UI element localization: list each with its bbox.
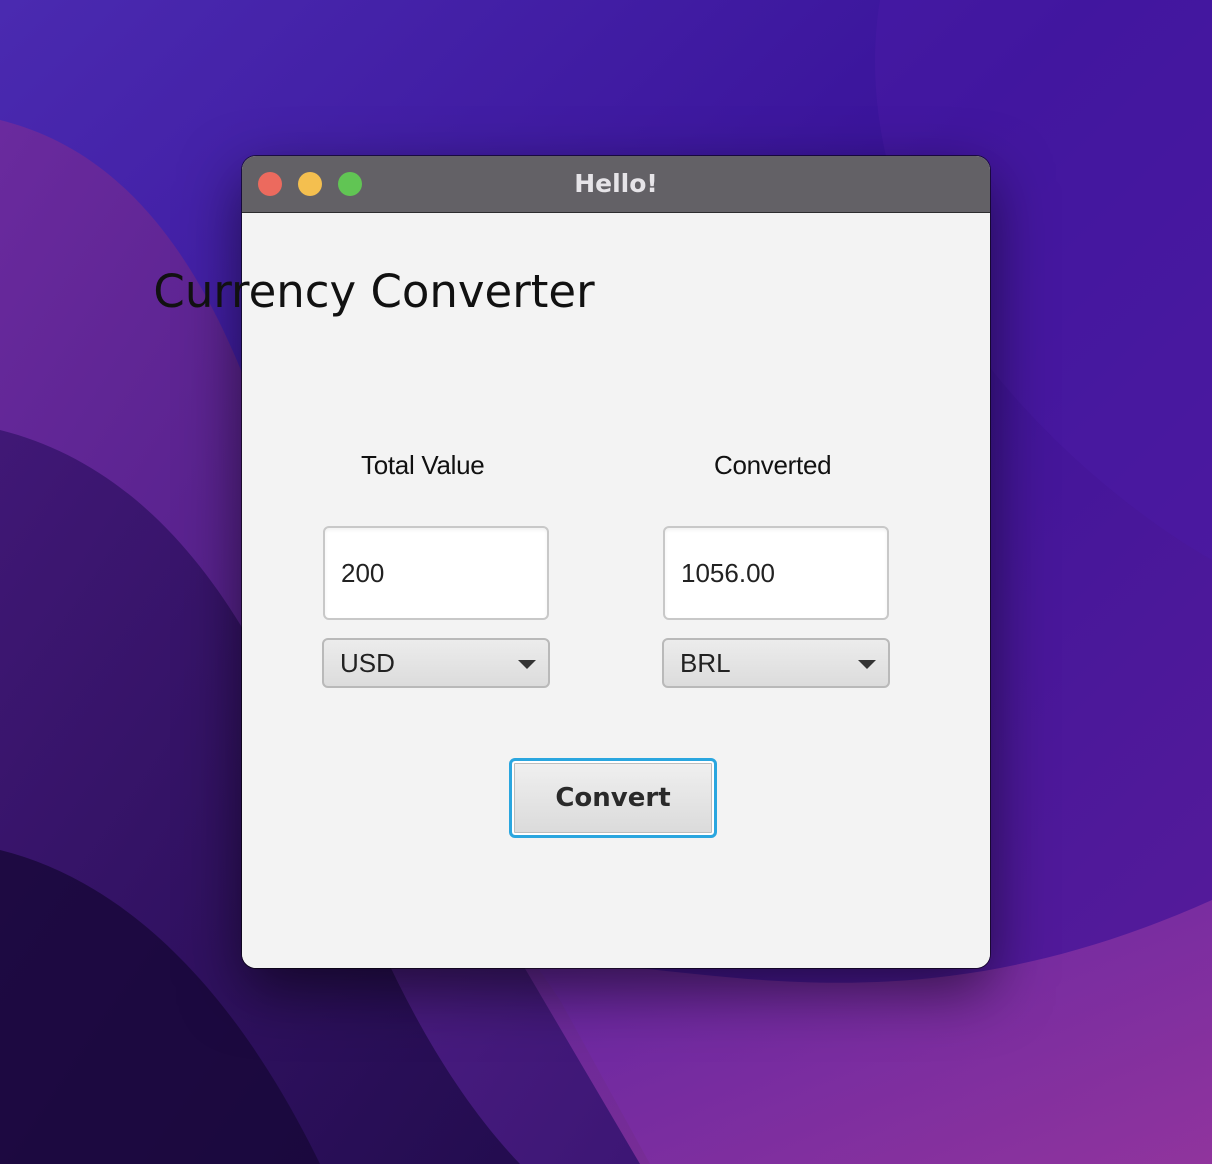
source-currency-value: USD <box>340 648 395 678</box>
window-title: Hello! <box>574 169 658 198</box>
converted-label: Converted <box>714 450 832 480</box>
target-currency-dropdown[interactable]: BRL <box>662 638 890 688</box>
total-value-label: Total Value <box>361 450 485 480</box>
window-titlebar[interactable]: Hello! <box>242 156 990 213</box>
source-currency-dropdown[interactable]: USD <box>322 638 550 688</box>
chevron-down-icon <box>518 660 536 669</box>
app-title: Currency Converter <box>153 265 595 318</box>
total-value-input[interactable] <box>323 526 549 620</box>
target-currency-value: BRL <box>680 648 731 678</box>
chevron-down-icon <box>858 660 876 669</box>
convert-button[interactable]: Convert <box>509 758 717 838</box>
converted-value-field[interactable] <box>663 526 889 620</box>
